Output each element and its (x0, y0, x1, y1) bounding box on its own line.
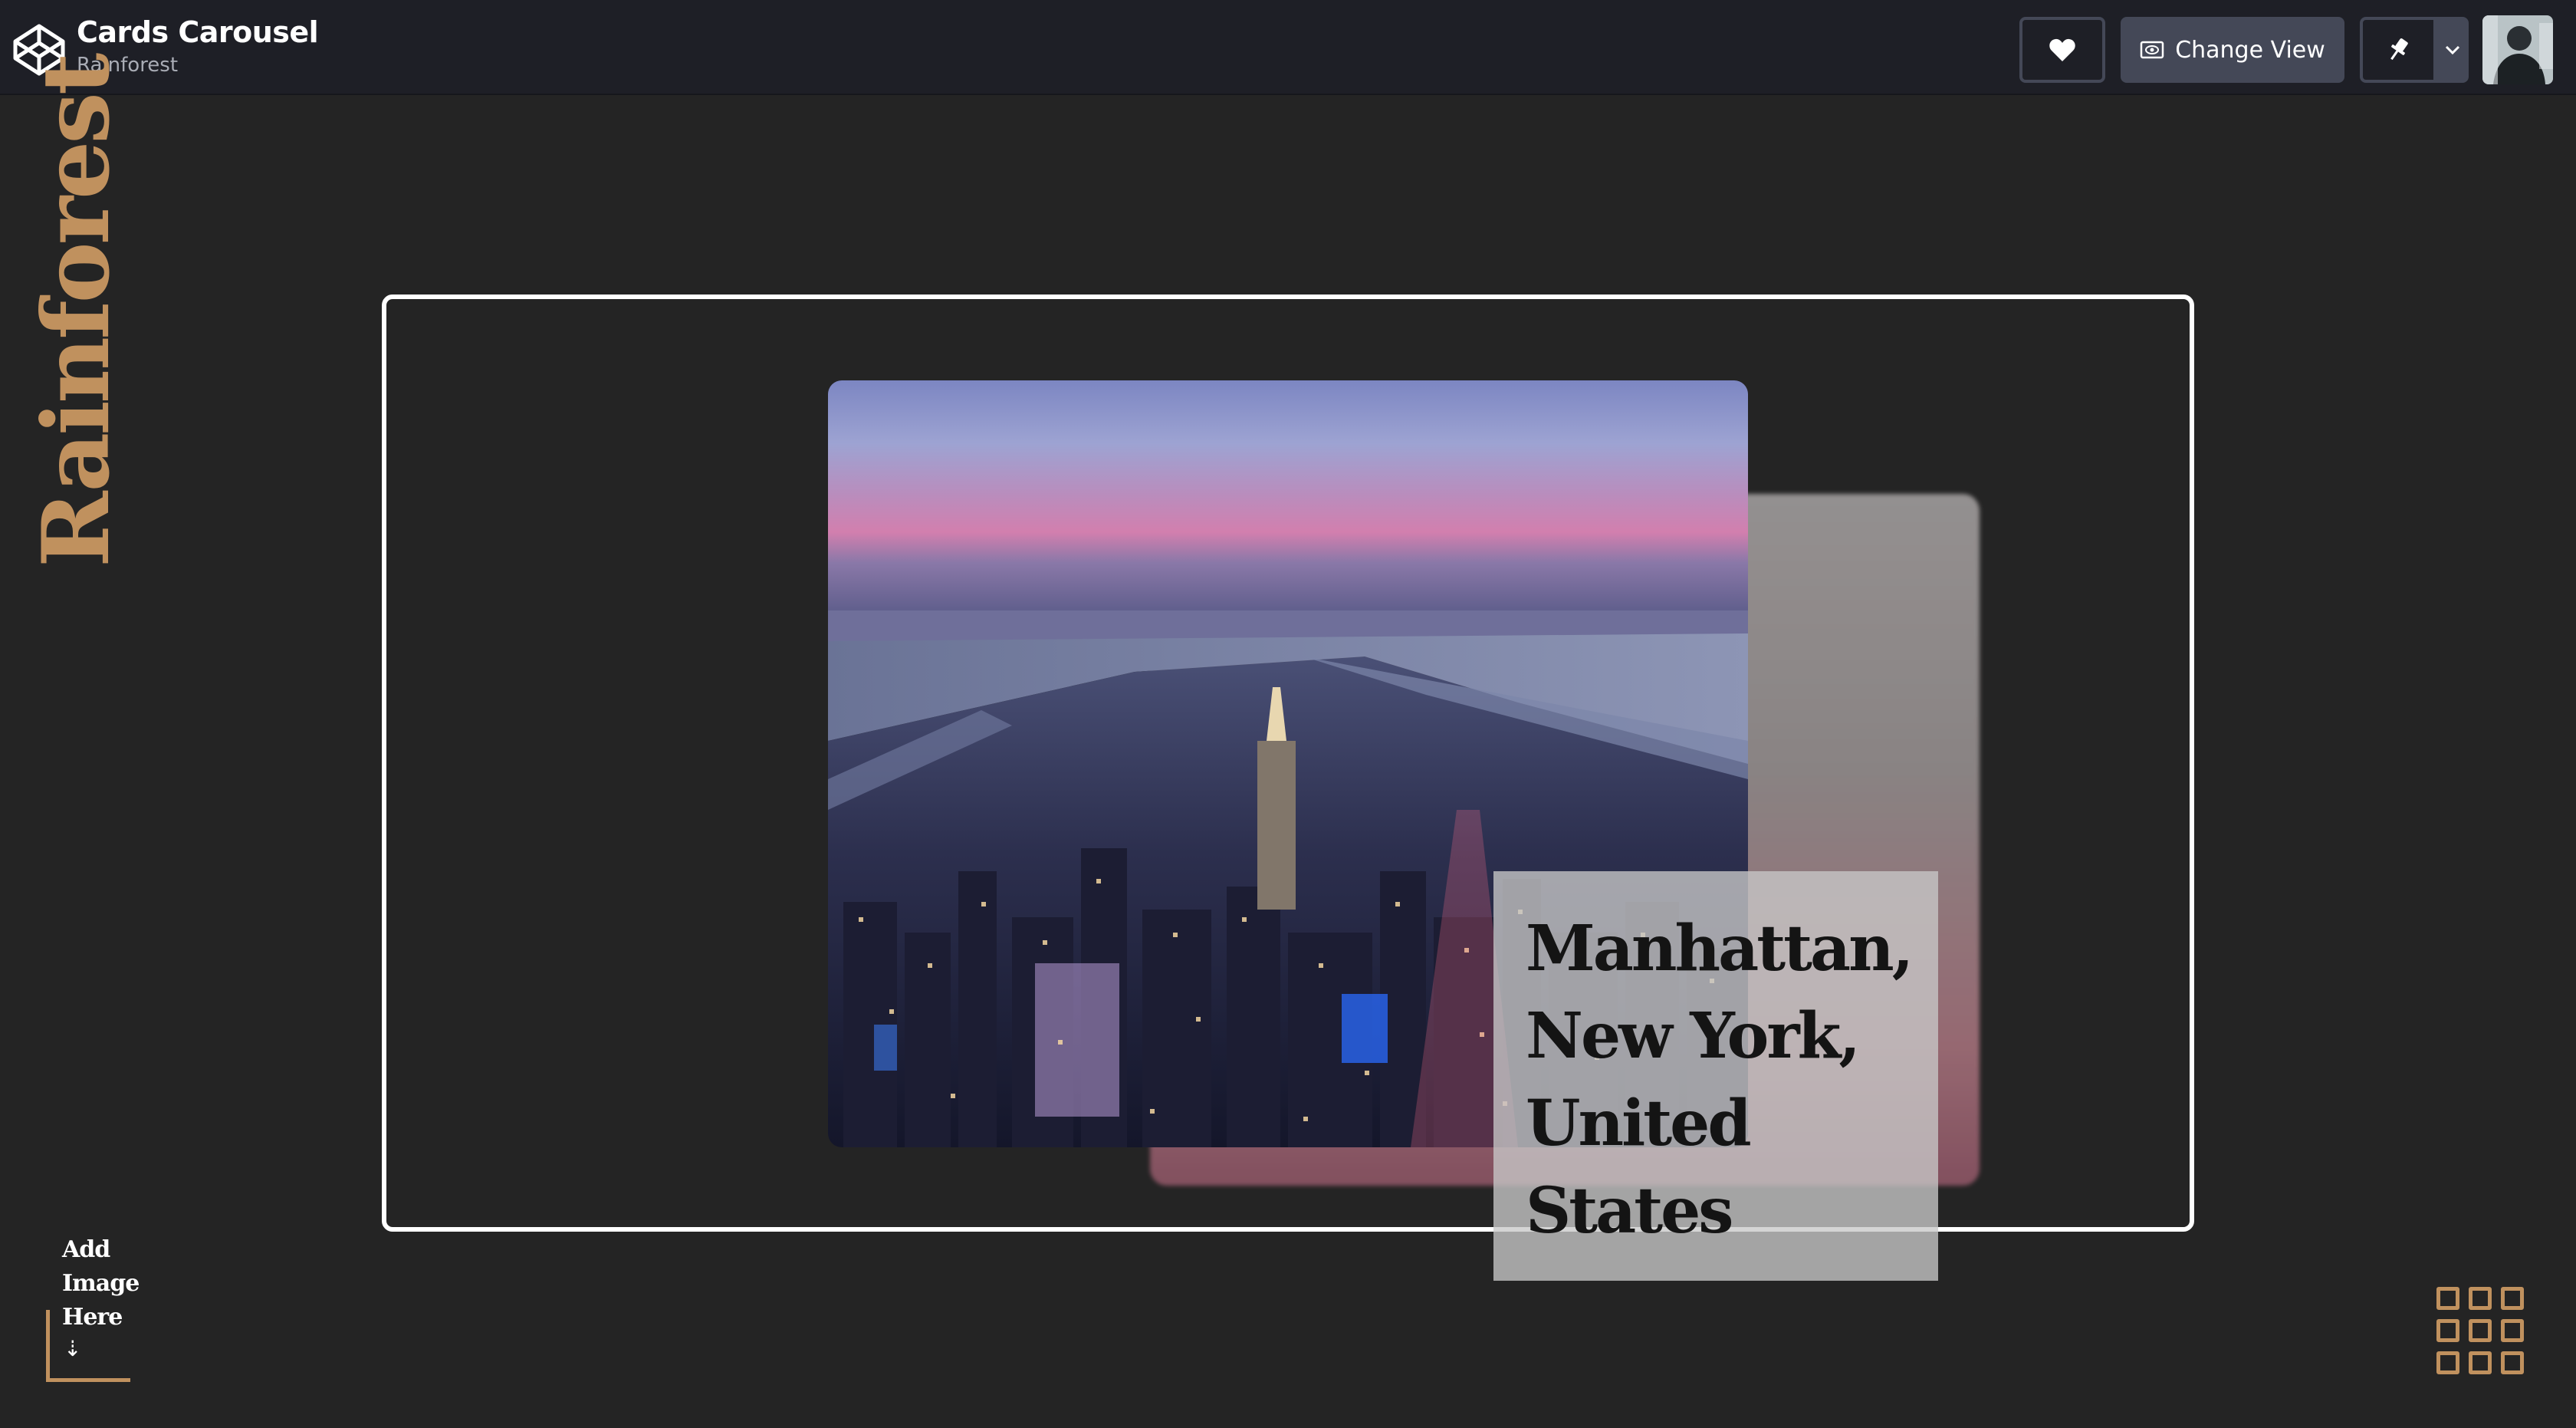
like-button[interactable] (2019, 17, 2105, 83)
chevron-down-icon (2445, 45, 2460, 55)
location-caption-text: Manhattan, New York, United States (1526, 912, 1914, 1248)
grid-cell (2501, 1351, 2524, 1374)
grid-cell (2436, 1287, 2459, 1310)
grid-cell (2501, 1319, 2524, 1342)
user-avatar[interactable] (2482, 15, 2553, 84)
pin-button[interactable] (2360, 17, 2436, 83)
grid-menu-icon[interactable] (2436, 1287, 2524, 1377)
add-image-line-2: Image (62, 1270, 140, 1297)
add-image-line-3: Here (62, 1304, 123, 1331)
grid-cell (2436, 1319, 2459, 1342)
eye-icon (2140, 41, 2164, 59)
avatar-image (2482, 15, 2553, 84)
app-title[interactable]: Cards Carousel (77, 15, 319, 49)
add-image-line-1: Add (62, 1236, 110, 1263)
top-bar: Cards Carousel Rainforest Change View (0, 0, 2576, 95)
add-image-dropzone[interactable]: Add Image Here ⇣ (45, 1227, 140, 1382)
pin-icon (2390, 38, 2408, 61)
grid-cell (2469, 1319, 2492, 1342)
heart-icon (2049, 38, 2075, 61)
grid-cell (2436, 1351, 2459, 1374)
grid-cell (2469, 1287, 2492, 1310)
pin-options-button[interactable] (2436, 17, 2469, 83)
grid-cell (2501, 1287, 2524, 1310)
change-view-button[interactable]: Change View (2121, 17, 2344, 83)
down-arrow-icon: ⇣ (64, 1337, 82, 1361)
add-image-label: Add Image Here (62, 1233, 140, 1334)
change-view-label: Change View (2175, 36, 2325, 64)
grid-cell (2469, 1351, 2492, 1374)
location-caption: Manhattan, New York, United States (1493, 871, 1938, 1281)
side-title: Rainforest (22, 55, 130, 568)
